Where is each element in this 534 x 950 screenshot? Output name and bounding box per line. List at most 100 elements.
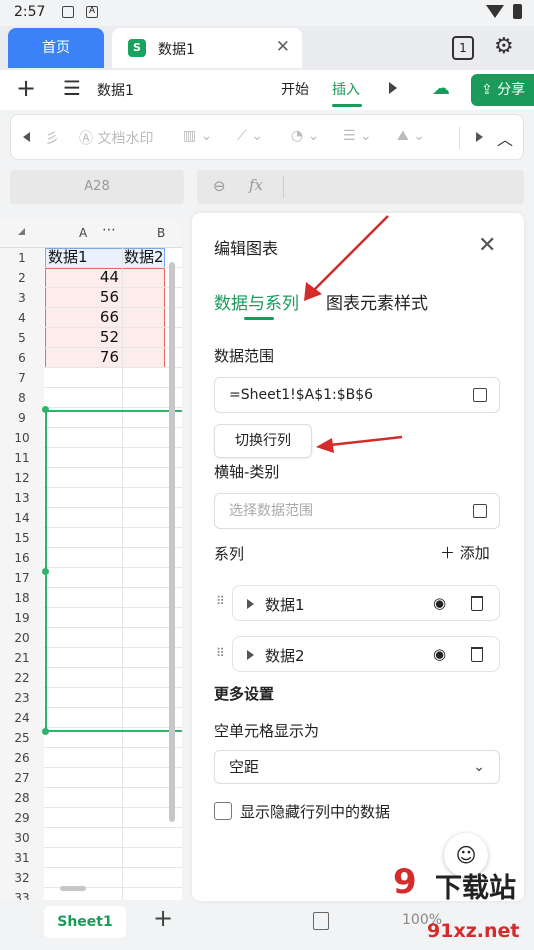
row-header[interactable]: 17 xyxy=(0,568,44,588)
cell-b[interactable] xyxy=(124,888,164,900)
row-header[interactable]: 5 xyxy=(0,328,44,348)
column-header-b[interactable]: B xyxy=(157,226,165,240)
close-tab-icon[interactable]: ✕ xyxy=(276,37,290,57)
sheet-tab[interactable]: Sheet1 xyxy=(44,906,126,938)
row-header[interactable]: 10 xyxy=(0,428,44,448)
scroll-left-icon[interactable] xyxy=(23,132,30,142)
tab-start[interactable]: 开始 xyxy=(281,79,309,99)
row-header[interactable]: 3 xyxy=(0,288,44,308)
cell-b[interactable] xyxy=(124,828,164,847)
scroll-right-icon[interactable] xyxy=(476,132,483,142)
cell-b[interactable] xyxy=(124,748,164,767)
formula-bar[interactable]: ⊖ fx xyxy=(197,170,524,204)
pie-chart-icon[interactable]: ◔ ⌄ xyxy=(291,128,319,144)
cell-b[interactable] xyxy=(124,268,164,287)
row-header[interactable]: 9 xyxy=(0,408,44,428)
row-header[interactable]: 31 xyxy=(0,848,44,868)
chart-selection-frame[interactable] xyxy=(45,410,182,732)
share-button[interactable]: ⇪ 分享 xyxy=(471,74,534,106)
cell-b[interactable] xyxy=(124,348,164,367)
series-item[interactable]: 数据2 ◉ xyxy=(232,636,500,672)
visibility-eye-icon[interactable]: ◉ xyxy=(433,645,446,663)
horizontal-bar-chart-icon[interactable]: ☰ ⌄ xyxy=(343,128,372,144)
cell-a[interactable]: 56 xyxy=(45,288,123,307)
tab-data-series[interactable]: 数据与系列 xyxy=(214,289,299,314)
cloud-sync-icon[interactable]: ☁ xyxy=(432,78,450,99)
x-axis-range-field[interactable]: 选择数据范围 xyxy=(214,493,500,529)
row-header[interactable]: 1 xyxy=(0,248,44,268)
cell-b[interactable] xyxy=(124,808,164,827)
add-series-button[interactable]: ＋ 添加 xyxy=(440,542,490,563)
empty-cells-select[interactable]: 空距 ⌄ xyxy=(214,750,500,784)
chart-handle[interactable] xyxy=(42,406,49,413)
row-header[interactable]: 18 xyxy=(0,588,44,608)
function-icon[interactable]: fx xyxy=(249,176,263,194)
row-header[interactable]: 20 xyxy=(0,628,44,648)
row-header[interactable]: 24 xyxy=(0,708,44,728)
collapse-toolbar-icon[interactable]: ︿ xyxy=(497,126,513,150)
column-header-a[interactable]: A xyxy=(79,226,87,240)
select-range-icon[interactable] xyxy=(473,504,487,518)
cell-b[interactable] xyxy=(124,368,164,387)
cell-a[interactable] xyxy=(45,788,123,807)
cell-a[interactable]: 52 xyxy=(45,328,123,347)
cell-b[interactable] xyxy=(124,328,164,347)
row-header[interactable]: 23 xyxy=(0,688,44,708)
drag-handle-icon[interactable]: ⠿ xyxy=(216,594,225,608)
row-header[interactable]: 22 xyxy=(0,668,44,688)
cell-a[interactable] xyxy=(45,768,123,787)
gear-icon[interactable]: ⚙ xyxy=(494,34,514,59)
delete-trash-icon[interactable] xyxy=(471,647,483,662)
row-header[interactable]: 12 xyxy=(0,468,44,488)
delete-trash-icon[interactable] xyxy=(471,596,483,611)
row-header[interactable]: 32 xyxy=(0,868,44,888)
add-sheet-icon[interactable]: + xyxy=(153,904,173,932)
cell-a[interactable]: 76 xyxy=(45,348,123,367)
line-chart-icon[interactable]: ⟋ ⌄ xyxy=(237,128,263,144)
tab-count-button[interactable]: 1 xyxy=(452,36,474,60)
row-header[interactable]: 16 xyxy=(0,548,44,568)
cell-a[interactable] xyxy=(45,388,123,407)
row-header[interactable]: 7 xyxy=(0,368,44,388)
more-tabs-arrow-icon[interactable] xyxy=(389,82,397,94)
tab-insert[interactable]: 插入 xyxy=(332,79,360,99)
cell-b[interactable] xyxy=(124,308,164,327)
row-header[interactable]: 8 xyxy=(0,388,44,408)
row-header[interactable]: 6 xyxy=(0,348,44,368)
cell-a[interactable]: 44 xyxy=(45,268,123,287)
cell-a[interactable] xyxy=(45,748,123,767)
add-icon[interactable]: + xyxy=(16,74,36,102)
expand-icon[interactable] xyxy=(247,650,254,660)
watermark-button[interactable]: Ⓐ 文档水印 xyxy=(79,128,153,148)
cell-a[interactable] xyxy=(45,868,123,887)
row-header[interactable]: 27 xyxy=(0,768,44,788)
toolbar-partial-item[interactable]: 彡 xyxy=(45,128,59,148)
area-chart-icon[interactable]: ⛰ ⌄ xyxy=(397,128,425,144)
cell-b[interactable] xyxy=(124,788,164,807)
row-header[interactable]: 28 xyxy=(0,788,44,808)
drag-handle-icon[interactable]: ⠿ xyxy=(216,646,225,660)
cell-b[interactable] xyxy=(124,288,164,307)
cell-b[interactable] xyxy=(124,848,164,867)
row-header[interactable]: 29 xyxy=(0,808,44,828)
visibility-eye-icon[interactable]: ◉ xyxy=(433,594,446,612)
chart-handle[interactable] xyxy=(42,568,49,575)
tab-home[interactable]: 首页 xyxy=(8,28,104,68)
spreadsheet-grid[interactable]: A ⋯ B 1 数据1 数据2 2 44 3 56 4 66 5 52 6 76 7 8 9 10 11 12 13 1… xyxy=(0,218,182,900)
cell-a[interactable] xyxy=(45,368,123,387)
cell-b[interactable] xyxy=(124,868,164,887)
swap-rows-columns-button[interactable]: 切换行列 xyxy=(214,424,312,458)
cell-a[interactable]: 66 xyxy=(45,308,123,327)
vertical-scrollbar[interactable] xyxy=(169,262,175,822)
row-header[interactable]: 26 xyxy=(0,748,44,768)
cell-a[interactable]: 数据1 xyxy=(45,248,123,267)
series-item[interactable]: 数据1 ◉ xyxy=(232,585,500,621)
data-range-field[interactable]: =Sheet1!$A$1:$B$6 xyxy=(214,377,500,413)
row-header[interactable]: 33 xyxy=(0,888,44,900)
view-mode-icon[interactable] xyxy=(313,912,329,930)
row-header[interactable]: 30 xyxy=(0,828,44,848)
show-hidden-checkbox[interactable] xyxy=(214,802,232,820)
row-header[interactable]: 21 xyxy=(0,648,44,668)
row-header[interactable]: 19 xyxy=(0,608,44,628)
row-header[interactable]: 2 xyxy=(0,268,44,288)
